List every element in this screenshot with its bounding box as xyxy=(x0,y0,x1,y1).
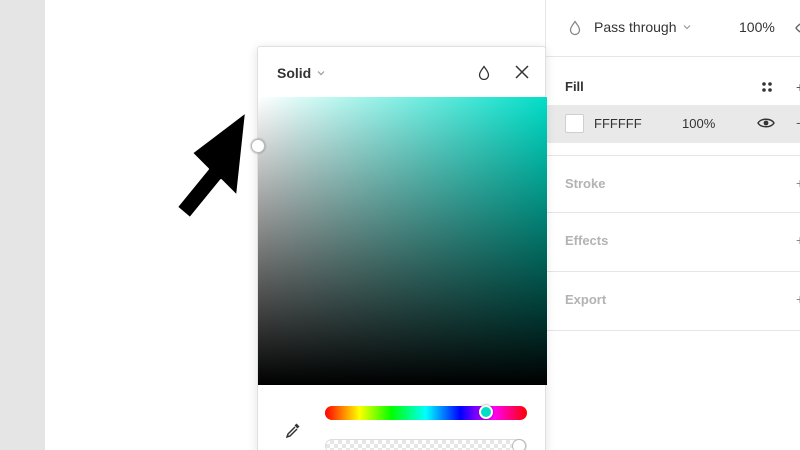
effects-section[interactable]: Effects + xyxy=(546,213,800,272)
color-picker-header: Solid xyxy=(258,47,547,97)
fill-opacity-value[interactable]: 100% xyxy=(682,116,715,131)
fill-hex-value[interactable]: FFFFFF xyxy=(594,116,642,131)
color-picker-popup: Solid xyxy=(251,46,547,450)
saturation-value-area[interactable] xyxy=(251,97,547,385)
fill-section: Fill + FFFFFF 100% − xyxy=(546,57,800,156)
four-dots-icon[interactable] xyxy=(761,81,773,93)
close-icon[interactable] xyxy=(514,64,530,80)
chevron-down-icon[interactable] xyxy=(316,68,326,78)
effects-section-title: Effects xyxy=(565,233,609,248)
fill-section-title: Fill xyxy=(565,79,584,94)
add-effect-icon[interactable]: + xyxy=(796,232,800,248)
export-section[interactable]: Export + xyxy=(546,272,800,331)
properties-panel: Pass through 100% Fill + FFFFFF 100% − xyxy=(545,0,800,450)
hue-slider[interactable] xyxy=(325,405,527,420)
fill-type-dropdown[interactable]: Solid xyxy=(277,65,311,81)
hue-slider-thumb[interactable] xyxy=(479,405,493,419)
drop-icon[interactable] xyxy=(478,65,490,80)
fill-row[interactable]: FFFFFF 100% − xyxy=(546,105,800,143)
remove-fill-icon[interactable]: − xyxy=(796,115,800,131)
opacity-slider[interactable] xyxy=(325,439,527,450)
blend-mode-label[interactable]: Pass through xyxy=(594,19,677,35)
visibility-edge-icon[interactable] xyxy=(794,20,800,36)
export-section-title: Export xyxy=(565,292,607,307)
add-fill-icon[interactable]: + xyxy=(796,79,800,95)
layer-row: Pass through 100% xyxy=(546,0,800,57)
left-canvas-strip xyxy=(0,0,45,450)
arrow-pointer-icon xyxy=(176,111,247,219)
fill-color-swatch[interactable] xyxy=(565,114,584,133)
stroke-section[interactable]: Stroke + xyxy=(546,156,800,213)
layer-opacity-value[interactable]: 100% xyxy=(739,19,775,35)
eyedropper-icon[interactable] xyxy=(284,421,302,439)
add-stroke-icon[interactable]: + xyxy=(796,175,800,191)
stroke-section-title: Stroke xyxy=(565,176,606,191)
opacity-slider-thumb[interactable] xyxy=(512,439,526,450)
add-export-icon[interactable]: + xyxy=(796,291,800,307)
blend-mode-drop-icon[interactable] xyxy=(568,20,582,36)
chevron-down-icon[interactable] xyxy=(682,22,692,32)
eye-icon[interactable] xyxy=(757,117,775,129)
color-handle[interactable] xyxy=(251,139,265,153)
